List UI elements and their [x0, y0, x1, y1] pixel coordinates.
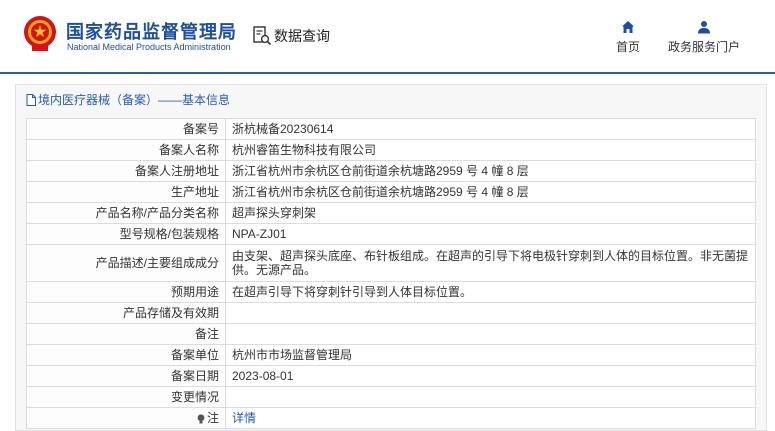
table-row: 备案人名称 杭州睿笛生物科技有限公司	[26, 139, 756, 161]
data-query-link[interactable]: 数据查询	[274, 26, 330, 46]
row-label: 备案单位	[26, 344, 226, 366]
nav-home[interactable]: 首页	[614, 20, 642, 55]
row-value: 由支架、超声探头底座、布针板组成。在超声的引导下将电极针穿刺到人体的目标位置。非…	[225, 244, 756, 282]
row-label: 变更情况	[26, 386, 226, 408]
table-row: 注 详情	[26, 407, 756, 429]
table-row: 型号规格/包装规格 NPA-ZJ01	[26, 223, 756, 245]
table-row: 预期用途 在超声引导下将穿刺针引导到人体目标位置。	[26, 281, 756, 303]
row-value: 浙江省杭州市余杭区仓前街道余杭塘路2959 号 4 幢 8 层	[225, 160, 756, 182]
breadcrumb[interactable]: 境内医疗器械（备案）——基本信息	[26, 91, 230, 108]
nav-gov-service-portal[interactable]: 政务服务门户	[664, 20, 744, 55]
row-label: 注	[206, 411, 219, 425]
data-query-icon	[253, 26, 272, 46]
site-title[interactable]: 国家药品监督管理局	[66, 18, 237, 44]
row-value	[225, 302, 756, 324]
row-value: 详情	[225, 407, 756, 429]
row-value: 杭州市市场监督管理局	[225, 344, 756, 366]
row-value: 浙江省杭州市余杭区仓前街道余杭塘路2959 号 4 幢 8 层	[225, 181, 756, 203]
row-value: 浙杭械备20230614	[225, 118, 756, 140]
site-header: 国家药品监督管理局 National Medical Products Admi…	[0, 0, 775, 74]
row-label: 备注	[26, 323, 226, 345]
table-row: 产品存储及有效期	[26, 302, 756, 324]
row-value	[225, 386, 756, 408]
row-label: 预期用途	[26, 281, 226, 303]
lightbulb-icon	[197, 414, 205, 424]
nav-portal-label: 政务服务门户	[667, 40, 740, 54]
row-value	[225, 323, 756, 345]
national-emblem-icon	[24, 16, 56, 51]
table-row: 生产地址 浙江省杭州市余杭区仓前街道余杭塘路2959 号 4 幢 8 层	[26, 181, 756, 203]
details-link[interactable]: 详情	[232, 411, 256, 425]
table-row: 备案单位 杭州市市场监督管理局	[26, 344, 756, 366]
row-label: 备案人名称	[26, 139, 226, 161]
user-icon	[698, 21, 710, 34]
basic-info-table: 备案号 浙杭械备20230614 备案人名称 杭州睿笛生物科技有限公司 备案人注…	[26, 118, 756, 429]
note-label-cell: 注	[26, 407, 226, 429]
table-row: 变更情况	[26, 386, 756, 408]
row-label: 备案人注册地址	[26, 160, 226, 182]
table-row: 备案号 浙杭械备20230614	[26, 118, 756, 140]
row-label: 产品描述/主要组成成分	[26, 244, 226, 282]
table-row: 产品描述/主要组成成分 由支架、超声探头底座、布针板组成。在超声的引导下将电极针…	[26, 244, 756, 282]
row-value: 超声探头穿刺架	[225, 202, 756, 224]
nav-home-label: 首页	[615, 40, 640, 54]
row-label: 产品名称/产品分类名称	[26, 202, 226, 224]
detail-panel: 境内医疗器械（备案）——基本信息 备案号 浙杭械备20230614 备案人名称 …	[15, 84, 767, 431]
row-label: 备案号	[26, 118, 226, 140]
document-icon	[26, 94, 36, 106]
row-label: 型号规格/包装规格	[26, 223, 226, 245]
row-label: 产品存储及有效期	[26, 302, 226, 324]
row-value: 在超声引导下将穿刺针引导到人体目标位置。	[225, 281, 756, 303]
table-row: 备案人注册地址 浙江省杭州市余杭区仓前街道余杭塘路2959 号 4 幢 8 层	[26, 160, 756, 182]
row-label: 备案日期	[26, 365, 226, 387]
table-row: 产品名称/产品分类名称 超声探头穿刺架	[26, 202, 756, 224]
row-value: 2023-08-01	[225, 365, 756, 387]
row-value: NPA-ZJ01	[225, 223, 756, 245]
row-value: 杭州睿笛生物科技有限公司	[225, 139, 756, 161]
home-icon	[622, 21, 634, 33]
breadcrumb-text: 境内医疗器械（备案）——基本信息	[38, 93, 231, 107]
site-subtitle: National Medical Products Administration	[67, 42, 231, 52]
table-row: 备案日期 2023-08-01	[26, 365, 756, 387]
row-label: 生产地址	[26, 181, 226, 203]
table-row: 备注	[26, 323, 756, 345]
